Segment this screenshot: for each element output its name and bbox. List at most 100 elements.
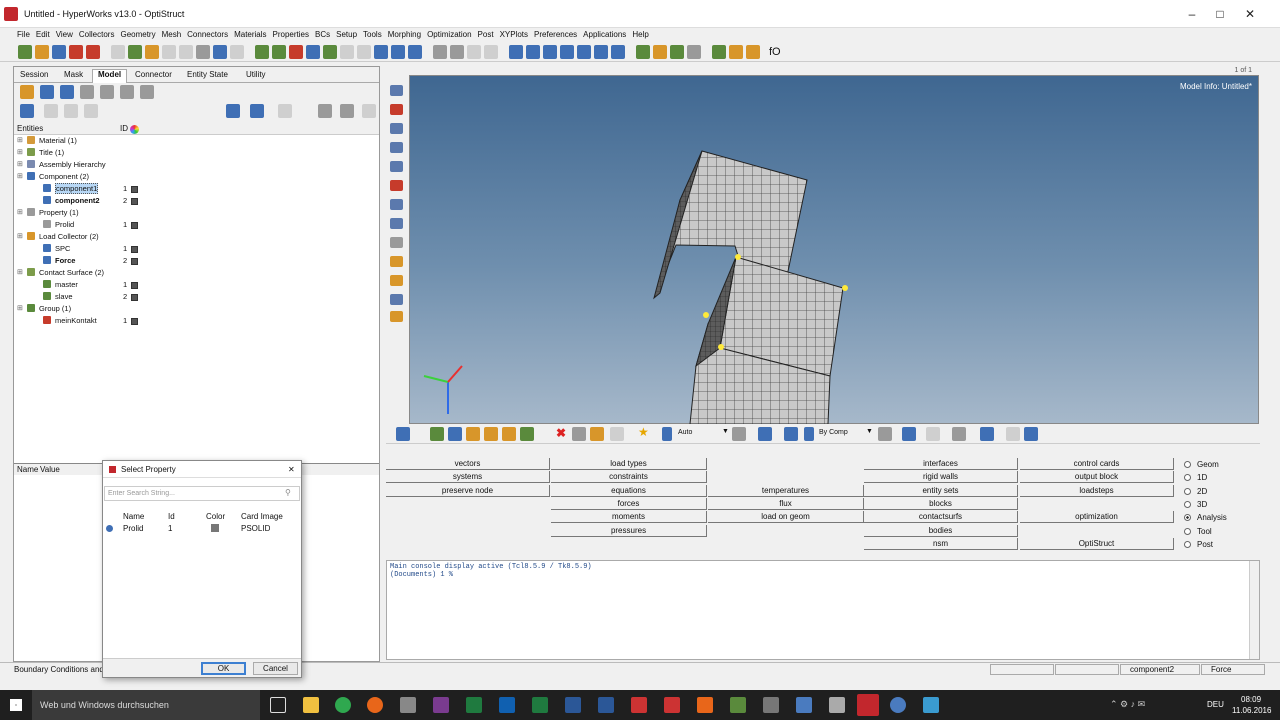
surfaces-icon[interactable]: [590, 427, 604, 441]
project-icon[interactable]: [532, 697, 548, 713]
refresh-icon[interactable]: [120, 85, 134, 99]
expand-icon[interactable]: ⊞: [17, 147, 23, 159]
view-tool-3-icon[interactable]: [390, 123, 403, 134]
menu-preferences[interactable]: Preferences: [530, 28, 577, 39]
eye-off-icon[interactable]: [340, 104, 354, 118]
console-scrollbar[interactable]: [1249, 561, 1259, 659]
radio-tool[interactable]: Tool: [1184, 527, 1212, 536]
onenote-icon[interactable]: [433, 697, 449, 713]
folder-icon[interactable]: [145, 44, 159, 59]
open-icon[interactable]: [35, 44, 49, 59]
filter-icon[interactable]: [100, 85, 114, 99]
tree-item[interactable]: ⊞ Component (2): [14, 171, 154, 183]
tree-item[interactable]: ⊞ Contact Surface (2): [14, 267, 154, 279]
panel-button[interactable]: control cards: [1020, 458, 1174, 470]
menu-collectors[interactable]: Collectors: [75, 28, 115, 39]
panel-button[interactable]: load types: [551, 458, 707, 470]
app2-icon[interactable]: [697, 697, 713, 713]
tree-item[interactable]: meinKontakt 1: [14, 315, 154, 327]
radio-dot-icon[interactable]: [1184, 514, 1191, 522]
tree-item[interactable]: ⊞ Group (1): [14, 303, 154, 315]
panel-button[interactable]: optimization: [1020, 511, 1174, 524]
panel-button[interactable]: constraints: [551, 471, 707, 484]
view-icon[interactable]: [213, 44, 227, 59]
view-back-icon[interactable]: [594, 44, 608, 59]
color-swatch[interactable]: [131, 222, 138, 229]
menu-mesh[interactable]: Mesh: [158, 28, 182, 39]
radio-dot-icon[interactable]: [1184, 487, 1191, 495]
pan-icon[interactable]: [306, 44, 320, 59]
tab-model[interactable]: Model: [92, 69, 128, 83]
eye-icon[interactable]: [318, 104, 332, 118]
menu-xyplots[interactable]: XYPlots: [496, 28, 528, 39]
expand-icon[interactable]: ⊞: [17, 207, 23, 219]
expand-icon[interactable]: ⊞: [17, 135, 23, 147]
view-tool-10-icon[interactable]: [390, 256, 403, 267]
panel-button[interactable]: interfaces: [864, 458, 1018, 470]
view-tool-7-icon[interactable]: [390, 199, 403, 210]
view-side-icon[interactable]: [560, 44, 574, 59]
color-swatch[interactable]: [131, 186, 138, 193]
expand-icon[interactable]: ⊞: [17, 267, 23, 279]
radio-dot-icon[interactable]: [1184, 540, 1191, 548]
tree-item[interactable]: ⊞ Property (1): [14, 207, 154, 219]
color-swatch[interactable]: [131, 246, 138, 253]
tab-utility[interactable]: Utility: [246, 70, 266, 79]
arrow-left-icon[interactable]: [391, 44, 405, 59]
search-icon[interactable]: ⚲: [285, 488, 291, 497]
show-icon[interactable]: [40, 85, 54, 99]
constraint-icon[interactable]: [502, 427, 516, 441]
menu-materials[interactable]: Materials: [230, 28, 266, 39]
undo-icon[interactable]: [111, 44, 125, 59]
pdf-icon[interactable]: [664, 697, 680, 713]
element-color-icon[interactable]: [758, 427, 772, 441]
menu-setup[interactable]: Setup: [332, 28, 357, 39]
tray-icons[interactable]: ⌃ ⚙ ♪ ✉: [1110, 699, 1145, 710]
panel-button[interactable]: entity sets: [864, 484, 1018, 497]
load-icon[interactable]: [484, 427, 498, 441]
close-icon[interactable]: ✕: [1236, 4, 1264, 24]
mesh-display-icon[interactable]: [878, 427, 892, 441]
panel-button[interactable]: vectors: [386, 458, 550, 470]
firefox-icon[interactable]: [367, 697, 383, 713]
menu-post[interactable]: Post: [474, 28, 494, 39]
panel-button[interactable]: equations: [551, 484, 707, 497]
tab-mask[interactable]: Mask: [64, 70, 83, 79]
explorer-icon[interactable]: [303, 697, 319, 713]
radio-dot-icon[interactable]: [1184, 474, 1191, 482]
faces-icon[interactable]: [572, 427, 586, 441]
panel-button[interactable]: nsm: [864, 537, 1018, 550]
menu-geometry[interactable]: Geometry: [116, 28, 155, 39]
cancel-button[interactable]: Cancel: [253, 662, 298, 675]
fit-icon[interactable]: [323, 44, 337, 59]
menu-edit[interactable]: Edit: [32, 28, 50, 39]
delete-icon[interactable]: ✖: [556, 426, 566, 440]
radio-dot-icon[interactable]: [1184, 527, 1191, 535]
tab-session[interactable]: Session: [20, 70, 48, 79]
view-tool-6-icon[interactable]: [390, 180, 403, 191]
language-indicator[interactable]: DEU: [1207, 700, 1224, 709]
powerpoint-icon[interactable]: [631, 697, 647, 713]
expand-icon[interactable]: ⊞: [17, 171, 23, 183]
color-swatch[interactable]: [131, 198, 138, 205]
shading-icon[interactable]: [732, 427, 746, 441]
minimize-icon[interactable]: –: [1178, 4, 1206, 24]
line-icon[interactable]: [926, 427, 940, 441]
radio-2d[interactable]: 2D: [1184, 487, 1207, 496]
panel-button[interactable]: contactsurfs: [864, 511, 1018, 524]
solid-icon[interactable]: [902, 427, 916, 441]
panel-button[interactable]: preserve node: [386, 484, 550, 497]
panel-button[interactable]: flux: [708, 497, 864, 510]
visio-icon[interactable]: [598, 697, 614, 713]
cut-icon[interactable]: [433, 44, 447, 59]
import-icon[interactable]: [20, 85, 34, 99]
taskbar-search[interactable]: Web und Windows durchsuchen: [32, 690, 260, 720]
menu-properties[interactable]: Properties: [269, 28, 309, 39]
tree-item[interactable]: ⊞ Material (1): [14, 135, 154, 147]
color-swatch[interactable]: [131, 318, 138, 325]
chrome-icon[interactable]: [335, 697, 351, 713]
tree-item[interactable]: master 1: [14, 279, 154, 291]
tree-item[interactable]: ⊞ Title (1): [14, 147, 154, 159]
menu-connectors[interactable]: Connectors: [183, 28, 228, 39]
display-icon[interactable]: [226, 104, 240, 118]
